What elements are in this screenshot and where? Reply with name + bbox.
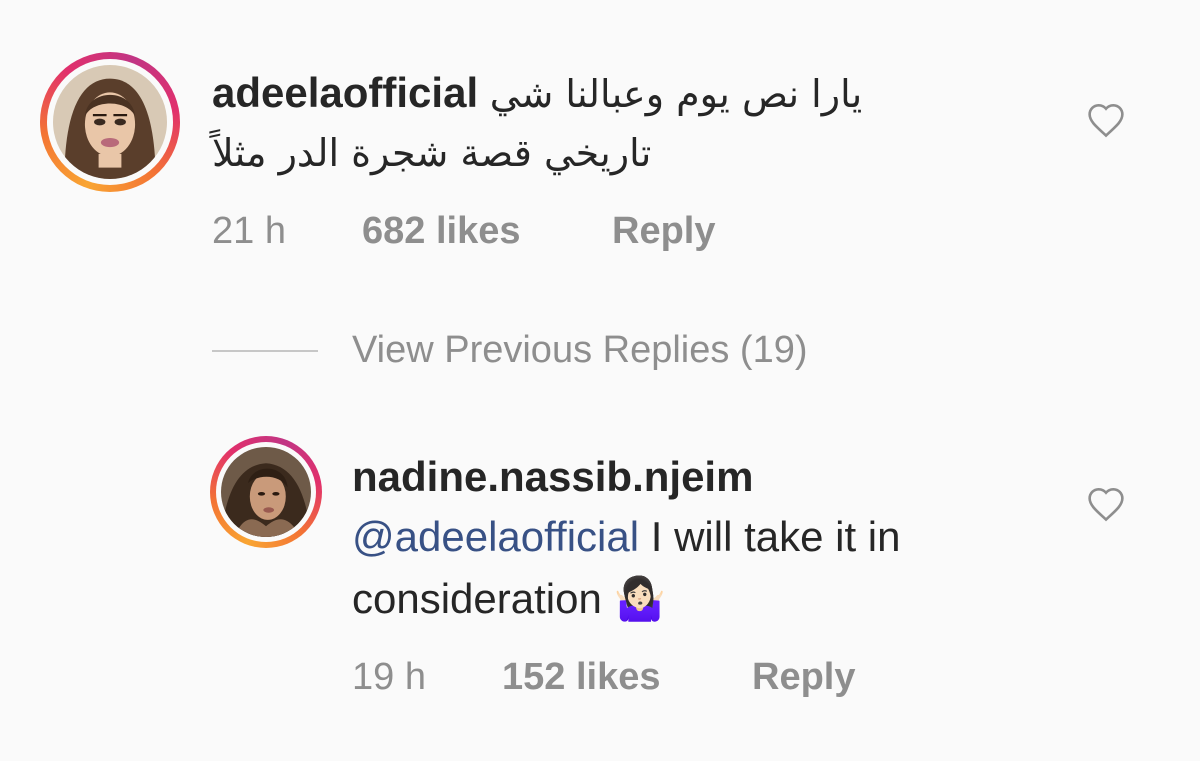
- avatar-photo-image: [221, 447, 311, 537]
- comment-text: يارا نص يوم وعبالنا شي: [489, 72, 863, 116]
- reply-text: I will take it in: [639, 513, 901, 560]
- reply-button[interactable]: Reply: [612, 209, 715, 253]
- comment-text-line2: تاريخي قصة شجرة الدر مثلاً: [212, 131, 652, 175]
- avatar: [53, 65, 167, 179]
- reply-username[interactable]: nadine.nassib.njeim: [352, 453, 753, 500]
- comment-time: 21 h: [212, 210, 286, 252]
- comment-meta: 21 h: [212, 209, 286, 253]
- heart-outline-icon[interactable]: [1086, 102, 1126, 138]
- avatar-ring[interactable]: [210, 436, 322, 548]
- avatar-cartoon-image: [53, 65, 167, 179]
- comment-text-line1: adeelaofficial يارا نص يوم وعبالنا شي: [212, 68, 862, 119]
- comment-username[interactable]: adeelaofficial: [212, 69, 478, 116]
- reply-time: 19 h: [352, 656, 426, 698]
- comments-screen: adeelaofficial يارا نص يوم وعبالنا شي تا…: [0, 0, 1200, 761]
- comment-likes-count[interactable]: 682 likes: [362, 209, 520, 253]
- reply-likes-count[interactable]: 152 likes: [502, 655, 660, 699]
- avatar: [221, 447, 311, 537]
- reply-username-line: nadine.nassib.njeim: [352, 452, 753, 502]
- heart-outline-icon[interactable]: [1086, 486, 1126, 522]
- reply-mention[interactable]: @adeelaofficial: [352, 513, 639, 560]
- avatar-ring[interactable]: [40, 52, 180, 192]
- view-previous-replies-button[interactable]: View Previous Replies (19): [352, 328, 808, 372]
- reply-text-line1: @adeelaofficial I will take it in: [352, 512, 900, 562]
- reply-button[interactable]: Reply: [752, 655, 855, 699]
- replies-divider: [212, 350, 318, 352]
- reply-meta: 19 h: [352, 655, 426, 699]
- reply-text-line2: consideration 🤷🏻‍♀: [352, 575, 666, 622]
